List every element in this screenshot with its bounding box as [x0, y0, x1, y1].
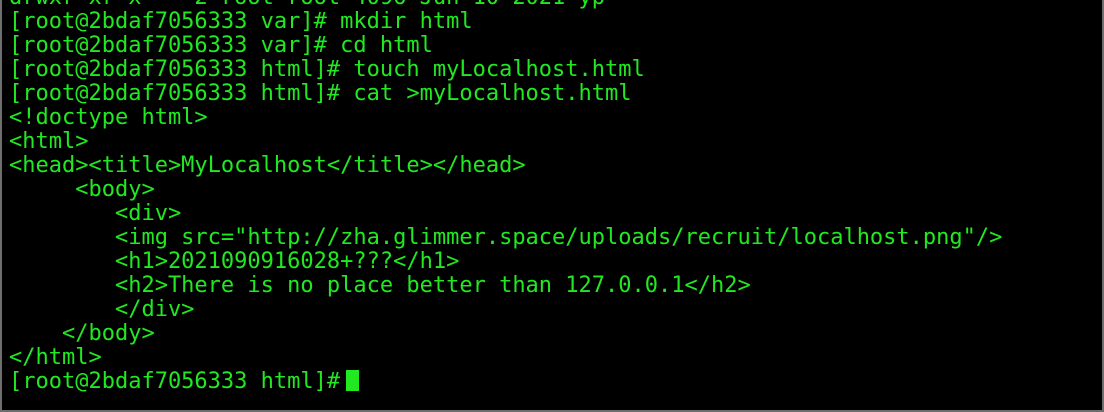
shell-prompt: [root@2bdaf7056333 html]# [9, 370, 341, 394]
output-line: drwxr-xr-x 2 root root 4096 Jun 10 2021 … [9, 0, 1099, 10]
output-line: [root@2bdaf7056333 html]# touch myLocalh… [9, 58, 645, 82]
output-line: [root@2bdaf7056333 html]# cat >myLocalho… [9, 82, 632, 106]
prompt-line[interactable]: [root@2bdaf7056333 html]# [9, 370, 1099, 394]
output-line: </div> [9, 298, 195, 322]
text-cursor[interactable] [346, 370, 360, 391]
output-line: [root@2bdaf7056333 var]# mkdir html [9, 10, 473, 34]
output-line: <html> [9, 130, 89, 154]
terminal-window[interactable]: drwxr-xr-x 2 root root 4096 Jun 10 2021 … [0, 0, 1104, 412]
output-line: </body> [9, 322, 155, 346]
output-line: <head><title>MyLocalhost</title></head> [9, 154, 526, 178]
terminal-output: drwxr-xr-x 2 root root 4096 Jun 10 2021 … [9, 0, 1099, 410]
output-line: <body> [9, 178, 155, 202]
output-line: <h1>2021090916028+???</h1> [9, 250, 460, 274]
output-line: <!doctype html> [9, 106, 208, 130]
output-line: </html> [9, 346, 102, 370]
output-line: <img src="http://zha.glimmer.space/uploa… [9, 226, 1003, 250]
output-line: <div> [9, 202, 182, 226]
output-line: [root@2bdaf7056333 var]# cd html [9, 34, 433, 58]
output-line: <h2>There is no place better than 127.0.… [9, 274, 751, 298]
